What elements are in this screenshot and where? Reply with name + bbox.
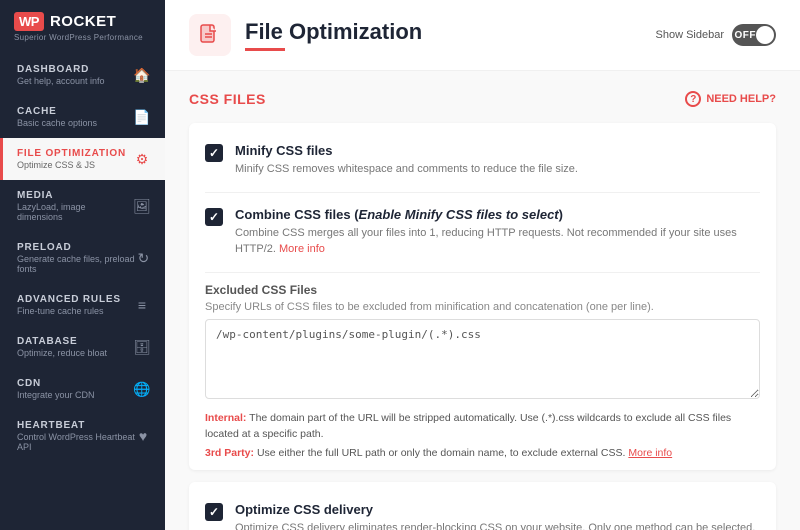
combine-css-checkbox-wrap[interactable]: ✓ [205, 208, 223, 226]
minify-css-card: ✓ Minify CSS files Minify CSS removes wh… [189, 123, 776, 470]
sidebar-label-dashboard: DASHBOARD [17, 64, 105, 75]
css-files-title: CSS Files [189, 91, 266, 107]
optimize-css-option: ✓ Optimize CSS delivery Optimize CSS del… [205, 488, 760, 530]
excluded-css-sublabel: Specify URLs of CSS files to be excluded… [205, 301, 760, 313]
main-header: File Optimization Show Sidebar OFF [165, 0, 800, 71]
combine-css-content: Combine CSS files (Enable Minify CSS fil… [235, 207, 760, 258]
checkmark-icon: ✓ [209, 147, 219, 159]
minify-css-checkbox[interactable]: ✓ [205, 144, 223, 162]
sidebar-icon-cdn: 🌐 [133, 381, 151, 398]
sidebar-icon-advanced-rules: ≡ [133, 297, 151, 313]
combine-css-title: Combine CSS files (Enable Minify CSS fil… [235, 207, 760, 222]
minify-css-title: Minify CSS files [235, 143, 760, 158]
sidebar-sublabel-database: Optimize, reduce bloat [17, 348, 107, 358]
minify-css-desc: Minify CSS removes whitespace and commen… [235, 161, 760, 178]
page-title-block: File Optimization [245, 19, 422, 51]
sidebar-item-preload[interactable]: PRELOAD Generate cache files, preload fo… [0, 232, 165, 284]
sidebar-logo: WP ROCKET Superior WordPress Performance [0, 0, 165, 54]
sidebar-label-media: MEDIA [17, 190, 133, 201]
sidebar-toggle-area: Show Sidebar OFF [656, 24, 777, 46]
sidebar-item-cdn[interactable]: CDN Integrate your CDN 🌐 [0, 368, 165, 410]
need-help-label: NEED HELP? [706, 93, 776, 105]
hint-internal-bold: Internal: [205, 412, 246, 424]
logo-rocket-text: ROCKET [50, 13, 116, 30]
minify-css-option: ✓ Minify CSS files Minify CSS removes wh… [205, 129, 760, 193]
toggle-off-label: OFF [735, 30, 757, 41]
sidebar-icon-preload: ↻ [136, 250, 151, 267]
sidebar-sublabel-file-optimization: Optimize CSS & JS [17, 160, 126, 170]
sidebar-item-media[interactable]: MEDIA LazyLoad, image dimensions 🖼 [0, 180, 165, 232]
logo-sub: Superior WordPress Performance [14, 33, 151, 42]
help-icon: ? [685, 91, 701, 107]
sidebar-sublabel-cdn: Integrate your CDN [17, 390, 95, 400]
hint-3rdparty-text: Use either the full URL path or only the… [257, 447, 628, 459]
hint-3rdparty-link[interactable]: More info [628, 447, 672, 459]
hint-internal-text: The domain part of the URL will be strip… [205, 412, 731, 441]
sidebar-sublabel-advanced-rules: Fine-tune cache rules [17, 306, 121, 316]
toggle-knob [756, 26, 774, 44]
sidebar-sublabel-heartbeat: Control WordPress Heartbeat API [17, 432, 135, 452]
optimize-css-title: Optimize CSS delivery [235, 502, 760, 517]
excluded-css-label: Excluded CSS Files [205, 283, 760, 297]
sidebar-label-file-optimization: FILE OPTIMIZATION [17, 148, 126, 159]
main-scroll-area: CSS Files ? NEED HELP? ✓ Minify CSS file… [165, 71, 800, 530]
sidebar-label-preload: PRELOAD [17, 242, 136, 253]
combine-css-more-info[interactable]: More info [279, 243, 325, 255]
optimize-css-content: Optimize CSS delivery Optimize CSS deliv… [235, 502, 760, 530]
css-files-section-header: CSS Files ? NEED HELP? [189, 91, 776, 107]
sidebar-icon-media: 🖼 [133, 198, 151, 215]
sidebar-item-database[interactable]: DATABASE Optimize, reduce bloat 🗄 [0, 326, 165, 368]
page-icon-box [189, 14, 231, 56]
sidebar-icon-cache: 📄 [133, 109, 151, 126]
sidebar-label-heartbeat: HEARTBEAT [17, 420, 135, 431]
sidebar-toggle-label: Show Sidebar [656, 29, 725, 41]
sidebar-icon-dashboard: 🏠 [133, 67, 151, 84]
sidebar-sublabel-media: LazyLoad, image dimensions [17, 202, 133, 222]
sidebar-icon-heartbeat: ♥ [135, 428, 151, 444]
hint-internal: Internal: The domain part of the URL wil… [205, 410, 760, 444]
checkmark-icon-2: ✓ [209, 211, 219, 223]
sidebar-item-cache[interactable]: CACHE Basic cache options 📄 [0, 96, 165, 138]
sidebar-label-database: DATABASE [17, 336, 107, 347]
sidebar-toggle-switch[interactable]: OFF [732, 24, 776, 46]
sidebar-item-file-optimization[interactable]: FILE OPTIMIZATION Optimize CSS & JS ⚙ [0, 138, 165, 180]
sidebar-sublabel-preload: Generate cache files, preload fonts [17, 254, 136, 274]
checkmark-icon-3: ✓ [209, 506, 219, 518]
excluded-css-section: Excluded CSS Files Specify URLs of CSS f… [205, 283, 760, 462]
sidebar-label-advanced-rules: ADVANCED RULES [17, 294, 121, 305]
combine-css-desc: Combine CSS merges all your files into 1… [235, 225, 760, 258]
sidebar-item-dashboard[interactable]: DASHBOARD Get help, account info 🏠 [0, 54, 165, 96]
hint-3rdparty-bold: 3rd Party: [205, 447, 254, 459]
optimize-css-checkbox-wrap[interactable]: ✓ [205, 503, 223, 521]
sidebar-icon-database: 🗄 [133, 339, 151, 356]
page-title-underline [245, 48, 285, 51]
sidebar-label-cache: CACHE [17, 106, 97, 117]
page-title: File Optimization [245, 19, 422, 45]
hint-3rdparty: 3rd Party: Use either the full URL path … [205, 445, 760, 462]
excluded-css-hints: Internal: The domain part of the URL wil… [205, 410, 760, 462]
optimize-css-card: ✓ Optimize CSS delivery Optimize CSS del… [189, 482, 776, 530]
page-title-area: File Optimization [189, 14, 422, 56]
sidebar-sublabel-dashboard: Get help, account info [17, 76, 105, 86]
sidebar-label-cdn: CDN [17, 378, 95, 389]
sidebar-item-advanced-rules[interactable]: ADVANCED RULES Fine-tune cache rules ≡ [0, 284, 165, 326]
sidebar-nav: DASHBOARD Get help, account info 🏠 CACHE… [0, 54, 165, 530]
sidebar-sublabel-cache: Basic cache options [17, 118, 97, 128]
minify-css-checkbox-wrap[interactable]: ✓ [205, 144, 223, 162]
main-content-area: File Optimization Show Sidebar OFF CSS F… [165, 0, 800, 530]
optimize-css-desc: Optimize CSS delivery eliminates render-… [235, 520, 760, 530]
optimize-css-checkbox[interactable]: ✓ [205, 503, 223, 521]
combine-css-option: ✓ Combine CSS files (Enable Minify CSS f… [205, 193, 760, 273]
logo-wp: WP [14, 12, 44, 31]
sidebar-icon-file-optimization: ⚙ [133, 151, 151, 168]
combine-css-checkbox[interactable]: ✓ [205, 208, 223, 226]
sidebar: WP ROCKET Superior WordPress Performance… [0, 0, 165, 530]
sidebar-item-heartbeat[interactable]: HEARTBEAT Control WordPress Heartbeat AP… [0, 410, 165, 462]
file-optimization-icon [198, 23, 222, 47]
excluded-css-textarea[interactable]: /wp-content/plugins/some-plugin/(.*).css [205, 319, 760, 399]
need-help-link[interactable]: ? NEED HELP? [685, 91, 776, 107]
minify-css-content: Minify CSS files Minify CSS removes whit… [235, 143, 760, 178]
